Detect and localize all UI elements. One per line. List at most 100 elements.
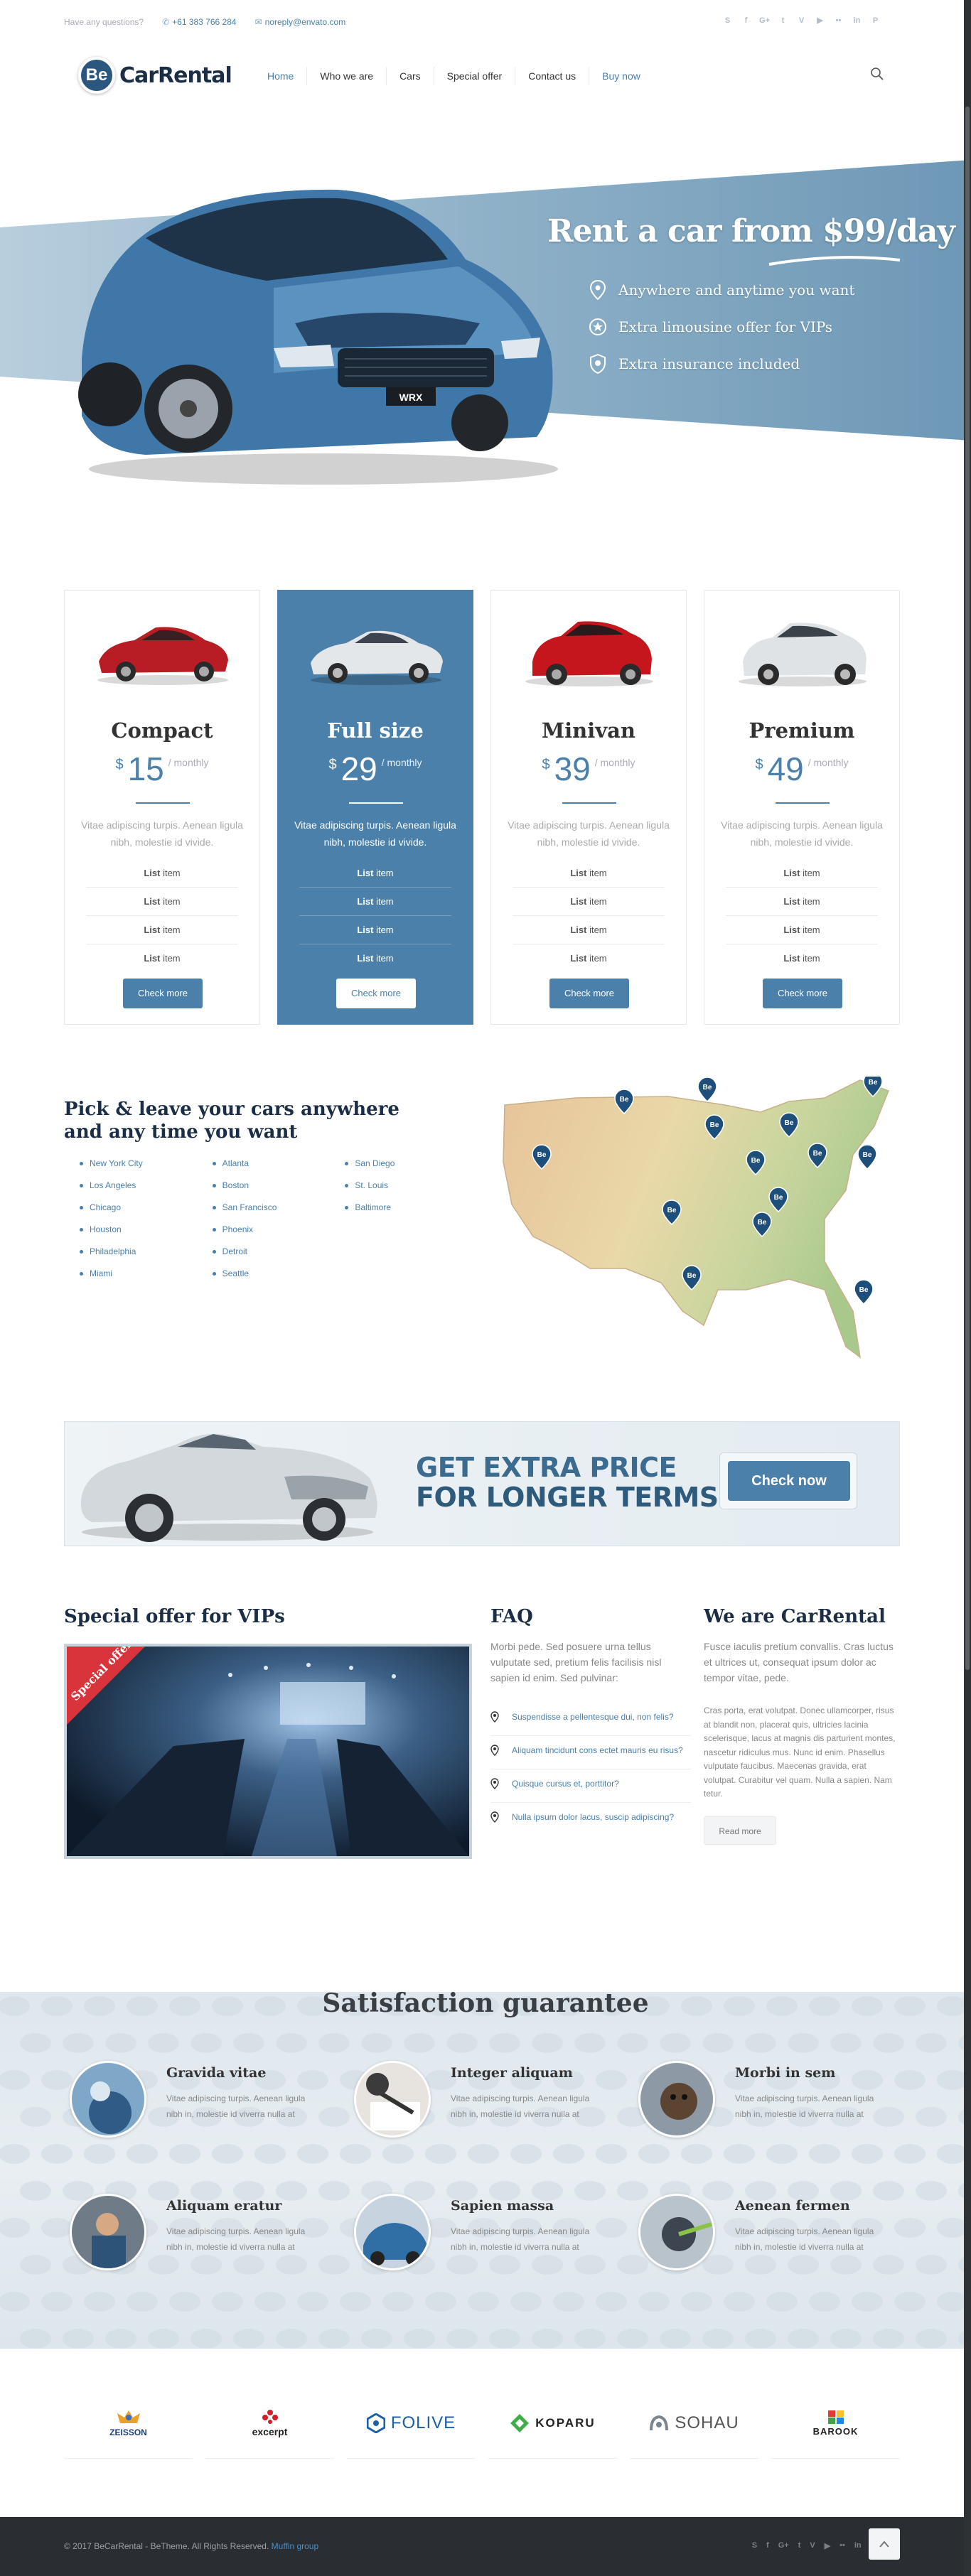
svg-text:Be: Be	[813, 1150, 822, 1158]
location-pin-marker[interactable]: Be	[857, 1144, 877, 1170]
skype-icon[interactable]: S	[752, 2541, 757, 2550]
faq-item[interactable]: Quisque cursus et, porttitor?	[490, 1769, 691, 1803]
plan-divider	[776, 802, 830, 804]
city-link[interactable]: Detroit	[210, 1246, 343, 1268]
vip-limousine-image[interactable]: Special offer	[64, 1644, 472, 1859]
plan-item: List item	[513, 888, 665, 916]
faq-list: Suspendisse a pellentesque dui, non feli…	[490, 1703, 691, 1836]
social-icons: S f G+ t V ▶ •• in P	[723, 16, 880, 26]
skype-icon[interactable]: S	[723, 16, 732, 25]
twitter-icon[interactable]: t	[778, 16, 788, 25]
svg-text:Be: Be	[869, 1079, 878, 1087]
flickr-icon[interactable]: ••	[834, 16, 843, 25]
check-more-button[interactable]: Check more	[549, 979, 629, 1008]
vimeo-icon[interactable]: V	[797, 16, 806, 25]
linkedin-icon[interactable]: in	[854, 2541, 862, 2550]
plan-item: List item	[299, 916, 451, 944]
feature-item: Aliquam eratur Vitae adipiscing turpis. …	[64, 2194, 327, 2279]
pricing-plan: Premium $49/ monthly Vitae adipiscing tu…	[704, 590, 900, 1025]
search-icon[interactable]	[870, 67, 884, 81]
nav-who-we-are[interactable]: Who we are	[307, 67, 387, 85]
check-more-button[interactable]: Check more	[123, 979, 203, 1008]
feature-title: Morbi in sem	[735, 2065, 836, 2081]
city-link[interactable]: Boston	[210, 1180, 343, 1202]
client-logo-folive[interactable]: FOLIVE	[347, 2388, 476, 2459]
city-link[interactable]: San Diego	[342, 1158, 475, 1180]
city-link[interactable]: Baltimore	[342, 1202, 475, 1224]
koparu-logo-icon	[510, 2413, 530, 2432]
faq-item[interactable]: Nulla ipsum dolor lacus, suscip adipisci…	[490, 1803, 691, 1836]
about-body: Cras porta, erat volutpat. Donec ullamco…	[704, 1705, 896, 1799]
client-logo-koparu[interactable]: KOPARU	[488, 2388, 617, 2459]
svg-text:Be: Be	[758, 1219, 767, 1227]
satisfaction-title: Satisfaction guarantee	[322, 1988, 649, 2018]
city-link[interactable]: Los Angeles	[77, 1180, 210, 1202]
city-link[interactable]: Miami	[77, 1268, 210, 1290]
city-link[interactable]: Houston	[77, 1224, 210, 1246]
city-link[interactable]: Atlanta	[210, 1158, 343, 1180]
nav-contact-us[interactable]: Contact us	[515, 67, 590, 85]
location-pin-icon	[587, 279, 608, 301]
scrollbar-thumb[interactable]	[965, 107, 970, 1670]
about-title: We are CarRental	[704, 1606, 886, 1627]
svg-text:Be: Be	[710, 1121, 719, 1129]
plan-items: List item List item List item List item	[86, 859, 238, 973]
compact-car-image	[97, 627, 228, 685]
feature-title: Aenean fermen	[735, 2198, 850, 2214]
city-link[interactable]: San Francisco	[210, 1202, 343, 1224]
client-logo-excerpt[interactable]: excerpt	[205, 2388, 334, 2459]
city-link[interactable]: Phoenix	[210, 1224, 343, 1246]
client-logo-barook[interactable]: BAROOK	[771, 2388, 900, 2459]
city-link[interactable]: New York City	[77, 1158, 210, 1180]
phone-link[interactable]: ✆ +61 383 766 284	[162, 17, 236, 27]
pinterest-icon[interactable]: P	[871, 16, 880, 25]
client-logo-sohau[interactable]: SOHAU	[630, 2388, 758, 2459]
check-more-button[interactable]: Check more	[763, 979, 842, 1008]
feature-title: Aliquam eratur	[166, 2198, 282, 2214]
google-plus-icon[interactable]: G+	[759, 16, 770, 25]
satisfaction-section	[0, 1992, 971, 2349]
check-more-button[interactable]: Check more	[336, 979, 416, 1008]
location-pin-marker[interactable]: Be	[854, 1279, 874, 1305]
facebook-icon[interactable]: f	[766, 2541, 769, 2550]
nav-special-offer[interactable]: Special offer	[434, 67, 516, 85]
city-link[interactable]: Seattle	[210, 1268, 343, 1290]
logo[interactable]: Be CarRental	[78, 57, 232, 94]
plan-divider	[136, 802, 190, 804]
check-now-button[interactable]: Check now	[728, 1461, 850, 1501]
faq-title: FAQ	[490, 1606, 533, 1627]
plan-item: List item	[726, 888, 878, 916]
twitter-icon[interactable]: t	[798, 2541, 801, 2550]
linkedin-icon[interactable]: in	[852, 16, 862, 25]
plan-item: List item	[726, 916, 878, 944]
city-link[interactable]: St. Louis	[342, 1180, 475, 1202]
faq-item[interactable]: Aliquam tincidunt cons ectet mauris eu r…	[490, 1736, 691, 1769]
question-text: Have any questions?	[64, 17, 144, 27]
nav-cars[interactable]: Cars	[387, 67, 434, 85]
nav-home[interactable]: Home	[254, 67, 308, 85]
faq-item[interactable]: Suspendisse a pellentesque dui, non feli…	[490, 1703, 691, 1736]
dog-in-car-photo	[638, 2061, 715, 2138]
read-more-button[interactable]: Read more	[704, 1816, 776, 1845]
nav-buy-now[interactable]: Buy now	[589, 67, 653, 85]
city-link[interactable]: Chicago	[77, 1202, 210, 1224]
flickr-icon[interactable]: ••	[839, 2541, 845, 2550]
vimeo-icon[interactable]: V	[810, 2541, 815, 2550]
youtube-icon[interactable]: ▶	[825, 2541, 830, 2550]
muffin-group-link[interactable]: Muffin group	[272, 2541, 319, 2551]
banner-headline: GET EXTRA PRICE FOR LONGER TERMS	[416, 1452, 719, 1513]
city-link[interactable]: Philadelphia	[77, 1246, 210, 1268]
location-pin-marker[interactable]: Be	[697, 1077, 717, 1103]
facebook-icon[interactable]: f	[741, 16, 751, 25]
scrollbar[interactable]	[964, 0, 971, 2576]
google-plus-icon[interactable]: G+	[778, 2541, 789, 2550]
folive-logo-icon	[366, 2413, 385, 2433]
youtube-icon[interactable]: ▶	[815, 16, 825, 25]
pricing-plan: Compact $15/ monthly Vitae adipiscing tu…	[64, 590, 260, 1025]
client-logo-zeisson[interactable]: ZEISSON	[64, 2388, 193, 2459]
email-link[interactable]: ✉ noreply@envato.com	[255, 17, 346, 27]
plan-description: Vitae adipiscing turpis. Aenean ligula n…	[81, 819, 243, 848]
feature-item: Gravida vitae Vitae adipiscing turpis. A…	[64, 2061, 327, 2146]
back-to-top-button[interactable]	[869, 2528, 900, 2560]
city-list: New York City Los Angeles Chicago Housto…	[77, 1158, 475, 1290]
